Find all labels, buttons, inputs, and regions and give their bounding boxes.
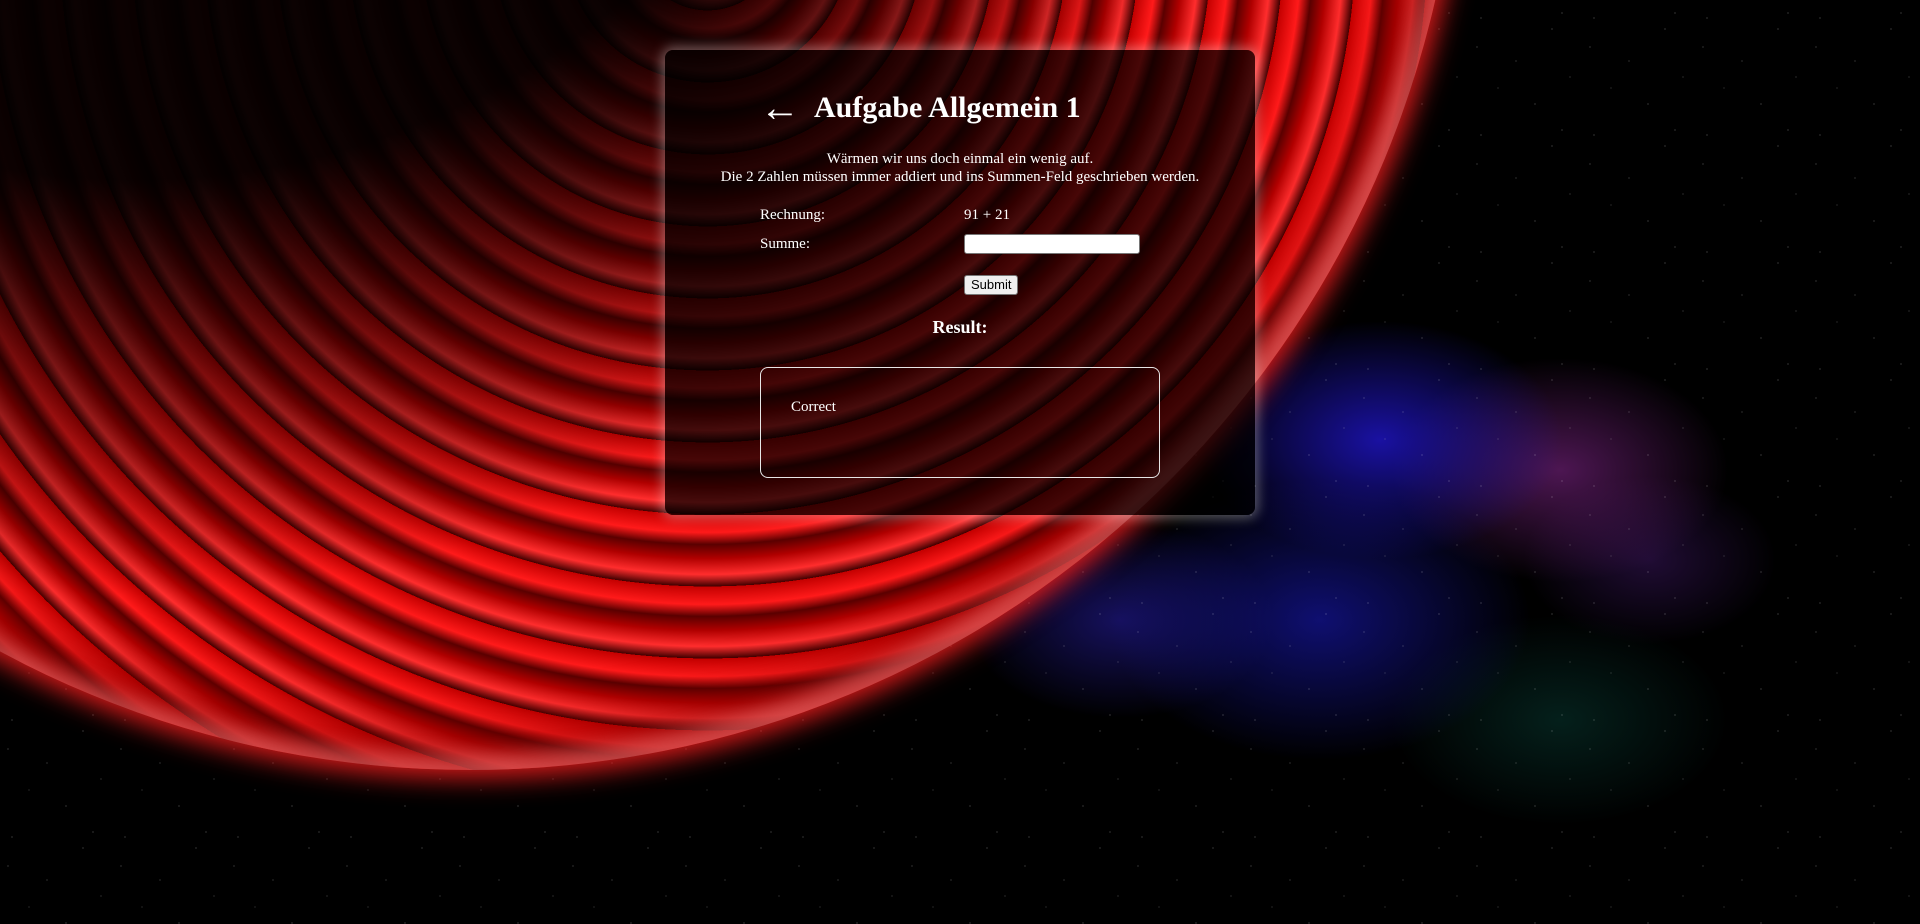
- back-arrow-icon[interactable]: ←: [760, 88, 800, 128]
- page-title: Aufgabe Allgemein 1: [814, 91, 1081, 124]
- sum-input[interactable]: [964, 234, 1140, 254]
- submit-button[interactable]: Submit: [964, 275, 1019, 295]
- result-message: Correct: [791, 399, 836, 415]
- intro-line-2: Die 2 Zahlen müssen immer addiert und in…: [720, 169, 1200, 185]
- result-box: Correct: [760, 367, 1160, 478]
- calculation-label: Rechnung:: [760, 207, 825, 223]
- task-panel: ← Aufgabe Allgemein 1 Wärmen wir uns doc…: [665, 50, 1255, 515]
- calculation-value: 91 + 21: [964, 207, 1010, 223]
- sum-label: Summe:: [760, 236, 811, 252]
- intro-line-1: Wärmen wir uns doch einmal ein wenig auf…: [826, 151, 1094, 167]
- task-description: Wärmen wir uns doch einmal ein wenig auf…: [665, 150, 1255, 186]
- result-heading: Result:: [932, 317, 988, 337]
- title-row: ← Aufgabe Allgemein 1: [760, 88, 1081, 128]
